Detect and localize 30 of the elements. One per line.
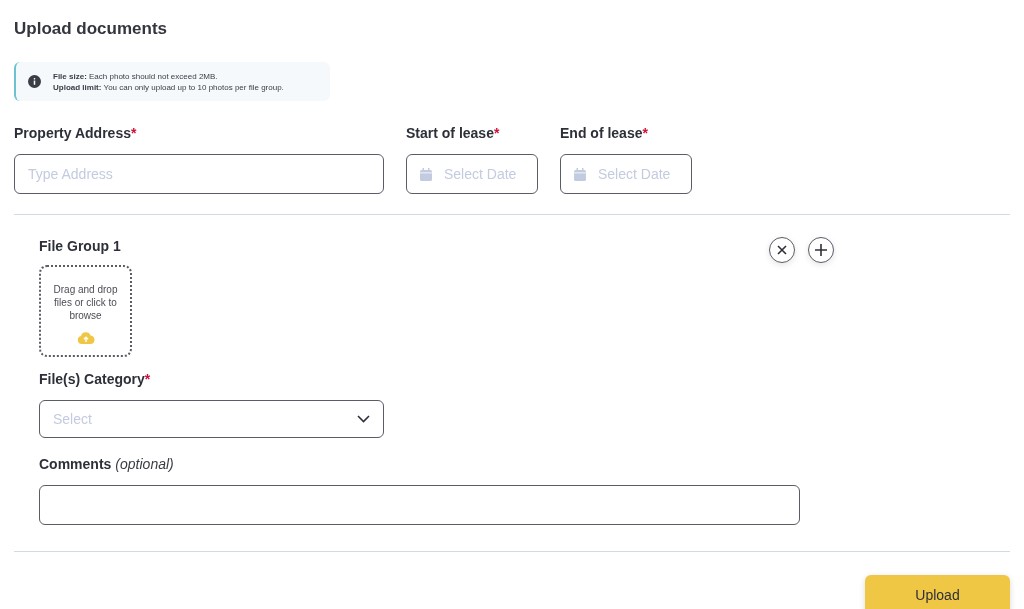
date-field[interactable]: Select Date — [560, 154, 692, 194]
date-field[interactable]: Select Date — [406, 154, 538, 194]
group-title: File Group 1 — [39, 236, 121, 256]
field-label: File(s) Category — [39, 370, 145, 389]
field-label: End of lease — [560, 124, 643, 143]
required-mark: * — [144, 370, 151, 389]
calendar-icon — [420, 167, 432, 181]
plus-icon — [815, 244, 827, 256]
field-label: Property Address — [14, 124, 131, 143]
add-group-button[interactable] — [808, 237, 834, 263]
category-select[interactable]: Select — [39, 400, 384, 438]
info-text: Upload limit: You can only upload up to 10 photos per file group. — [53, 81, 284, 93]
field-label: Start of lease — [406, 124, 494, 143]
info-text: File size: Each photo should not exceed 2MB. — [53, 70, 219, 82]
chevron-down-icon — [357, 415, 370, 423]
cloud-upload-icon — [76, 332, 95, 344]
required-mark: * — [642, 124, 648, 143]
address-field[interactable]: Type Address — [14, 154, 384, 194]
comments-field[interactable] — [39, 485, 800, 525]
upload-button[interactable]: Upload — [865, 575, 1010, 609]
required-mark: * — [130, 124, 137, 143]
required-mark: * — [493, 124, 500, 143]
field-label: Comments — [39, 455, 112, 474]
close-icon — [777, 245, 787, 255]
info-icon — [28, 75, 41, 88]
remove-group-button[interactable] — [769, 237, 795, 263]
calendar-icon — [574, 167, 586, 181]
dropzone[interactable]: Drag and drop files or click to browse — [39, 265, 132, 357]
page-title: Upload documents — [14, 18, 168, 38]
optional-hint: (optional) — [115, 455, 174, 474]
